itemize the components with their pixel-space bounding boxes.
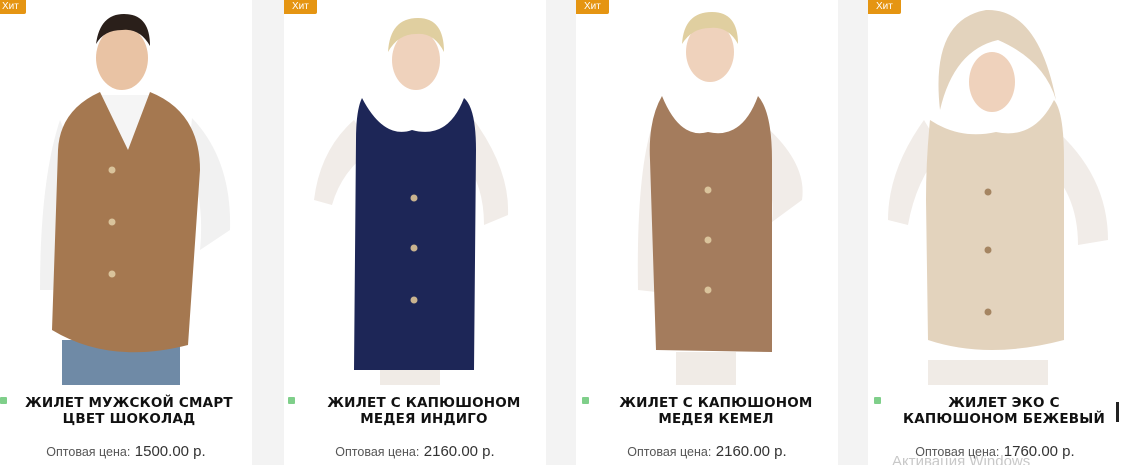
product-title[interactable]: ЖИЛЕТ С КАПЮШОНОМ МЕДЕЯ КЕМЕЛ — [602, 395, 830, 427]
man-brown-vest-illustration — [0, 0, 252, 385]
product-card[interactable]: Хит ЖИЛЕТ ЭКО С КАПЮШОНОМ БЕЖЕВЫЙ Оптова… — [868, 0, 1122, 465]
price-row: Оптовая цена: 2160.00 р. — [284, 443, 546, 461]
woman-navy-vest-illustration — [284, 0, 546, 385]
product-image[interactable] — [0, 0, 252, 385]
product-image[interactable] — [576, 0, 838, 385]
product-title[interactable]: ЖИЛЕТ МУЖСКОЙ СМАРТ ЦВЕТ ШОКОЛАД — [24, 395, 234, 427]
price-value: 2160.00 р. — [715, 443, 787, 460]
hit-badge: Хит — [576, 0, 609, 14]
price-value: 2160.00 р. — [423, 443, 495, 460]
stock-indicator — [0, 397, 7, 404]
price-label: Оптовая цена: — [46, 445, 131, 459]
woman-camel-vest-illustration — [576, 0, 838, 385]
stock-indicator — [874, 397, 881, 404]
hit-badge: Хит — [0, 0, 26, 14]
windows-activation-watermark: Активация Windows — [892, 453, 1031, 465]
hit-badge: Хит — [284, 0, 317, 14]
stock-indicator — [582, 397, 589, 404]
product-card[interactable]: Хит ЖИЛЕТ С КАПЮШОНОМ МЕДЕЯ КЕМЕЛ Оптова… — [576, 0, 838, 465]
product-grid: Хит ЖИЛЕТ МУЖСКОЙ СМАРТ ЦВЕТ ШОКОЛАД Опт… — [0, 0, 1122, 465]
product-title[interactable]: ЖИЛЕТ ЭКО С КАПЮШОНОМ БЕЖЕВЫЙ — [894, 395, 1114, 427]
hit-badge: Хит — [868, 0, 901, 14]
price-value: 1500.00 р. — [134, 443, 206, 460]
product-title[interactable]: ЖИЛЕТ С КАПЮШОНОМ МЕДЕЯ ИНДИГО — [310, 395, 538, 427]
scroll-edge — [1116, 402, 1119, 422]
price-row: Оптовая цена: 1500.00 р. — [0, 443, 252, 461]
product-image[interactable] — [284, 0, 546, 385]
price-label: Оптовая цена: — [335, 445, 420, 459]
price-label: Оптовая цена: — [627, 445, 712, 459]
product-card[interactable]: Хит ЖИЛЕТ С КАПЮШОНОМ МЕДЕЯ ИНДИГО Оптов… — [284, 0, 546, 465]
woman-beige-vest-illustration — [868, 0, 1122, 385]
product-image[interactable] — [868, 0, 1122, 385]
stock-indicator — [288, 397, 295, 404]
price-row: Оптовая цена: 2160.00 р. — [576, 443, 838, 461]
product-card[interactable]: Хит ЖИЛЕТ МУЖСКОЙ СМАРТ ЦВЕТ ШОКОЛАД Опт… — [0, 0, 252, 465]
